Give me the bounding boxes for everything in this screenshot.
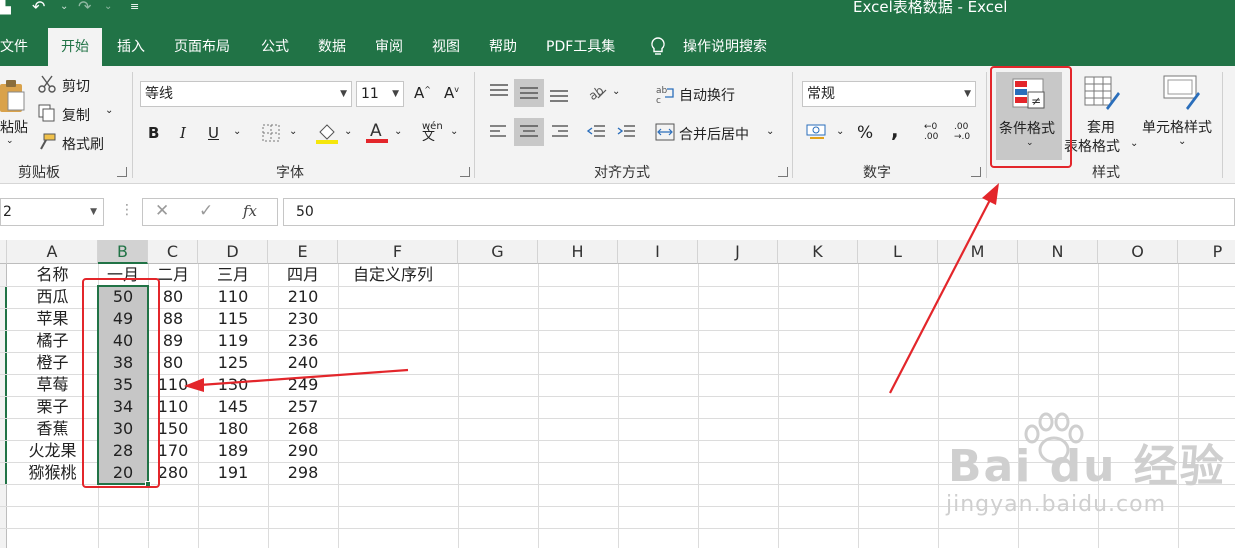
watermark-url: jingyan.baidu.com <box>946 492 1167 517</box>
arrowhead-icon <box>982 183 999 205</box>
annotation-arrow-to-styles <box>889 195 993 394</box>
annotation-arrow-to-column <box>199 368 409 387</box>
arrowhead-icon <box>184 378 204 392</box>
paw-logo-icon <box>1024 412 1084 464</box>
